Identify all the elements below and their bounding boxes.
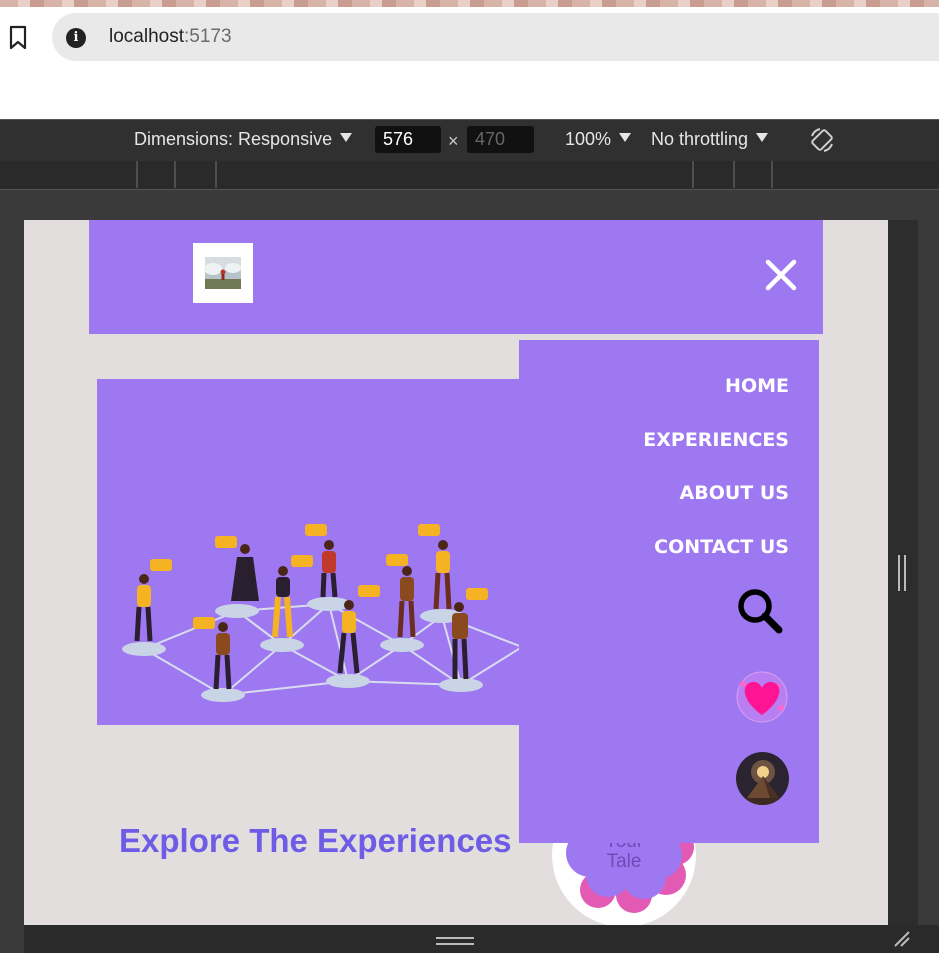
resize-gutter-bottom bbox=[24, 925, 939, 953]
ruler-tick bbox=[215, 161, 217, 188]
nav-experiences[interactable]: EXPERIENCES bbox=[643, 429, 789, 451]
ruler-tick bbox=[174, 161, 176, 188]
info-icon[interactable]: i bbox=[66, 28, 86, 48]
logo-image bbox=[204, 257, 241, 289]
ruler-tick bbox=[692, 161, 694, 188]
emulated-page: Explore The Experiences Your Tale HOME E… bbox=[24, 220, 888, 925]
mobile-nav-menu: HOME EXPERIENCES ABOUT US CONTACT US bbox=[519, 340, 819, 843]
ruler-tick bbox=[136, 161, 138, 188]
close-icon[interactable] bbox=[764, 258, 798, 292]
zoom-dropdown[interactable]: 100% bbox=[565, 129, 632, 150]
throttling-dropdown[interactable]: No throttling bbox=[651, 129, 769, 150]
chevron-down-icon bbox=[619, 133, 632, 142]
chevron-down-icon bbox=[340, 133, 353, 142]
nav-contact-us[interactable]: CONTACT US bbox=[654, 536, 789, 558]
height-input[interactable]: 470 bbox=[467, 126, 534, 153]
resize-handle-right[interactable] bbox=[898, 555, 906, 591]
people-network-illustration bbox=[122, 524, 522, 702]
url-text[interactable]: localhost:5173 bbox=[109, 26, 232, 48]
dimension-separator: × bbox=[448, 131, 459, 151]
resize-handle-bottom[interactable] bbox=[436, 937, 474, 945]
site-header bbox=[89, 220, 823, 334]
bookmark-icon[interactable] bbox=[8, 25, 28, 51]
avatar[interactable] bbox=[736, 752, 789, 805]
ruler-tick bbox=[771, 161, 773, 188]
media-query-ruler bbox=[0, 161, 939, 190]
badge-line: Tale bbox=[606, 851, 642, 872]
ruler-tick bbox=[733, 161, 735, 188]
section-heading: Explore The Experiences bbox=[119, 822, 512, 859]
nav-home[interactable]: HOME bbox=[725, 375, 789, 397]
dimensions-dropdown[interactable]: Dimensions: Responsive bbox=[134, 129, 353, 150]
resize-corner-icon[interactable] bbox=[893, 930, 911, 948]
site-logo[interactable] bbox=[193, 243, 253, 303]
width-input[interactable]: 576 bbox=[375, 126, 441, 153]
heart-icon[interactable] bbox=[735, 670, 789, 724]
search-icon[interactable] bbox=[735, 586, 785, 636]
hero-illustration bbox=[97, 379, 522, 725]
avatar-image bbox=[736, 752, 789, 805]
rotate-icon[interactable] bbox=[808, 126, 836, 154]
tab-strip bbox=[0, 0, 939, 7]
nav-about-us[interactable]: ABOUT US bbox=[680, 482, 789, 504]
chevron-down-icon bbox=[756, 133, 769, 142]
